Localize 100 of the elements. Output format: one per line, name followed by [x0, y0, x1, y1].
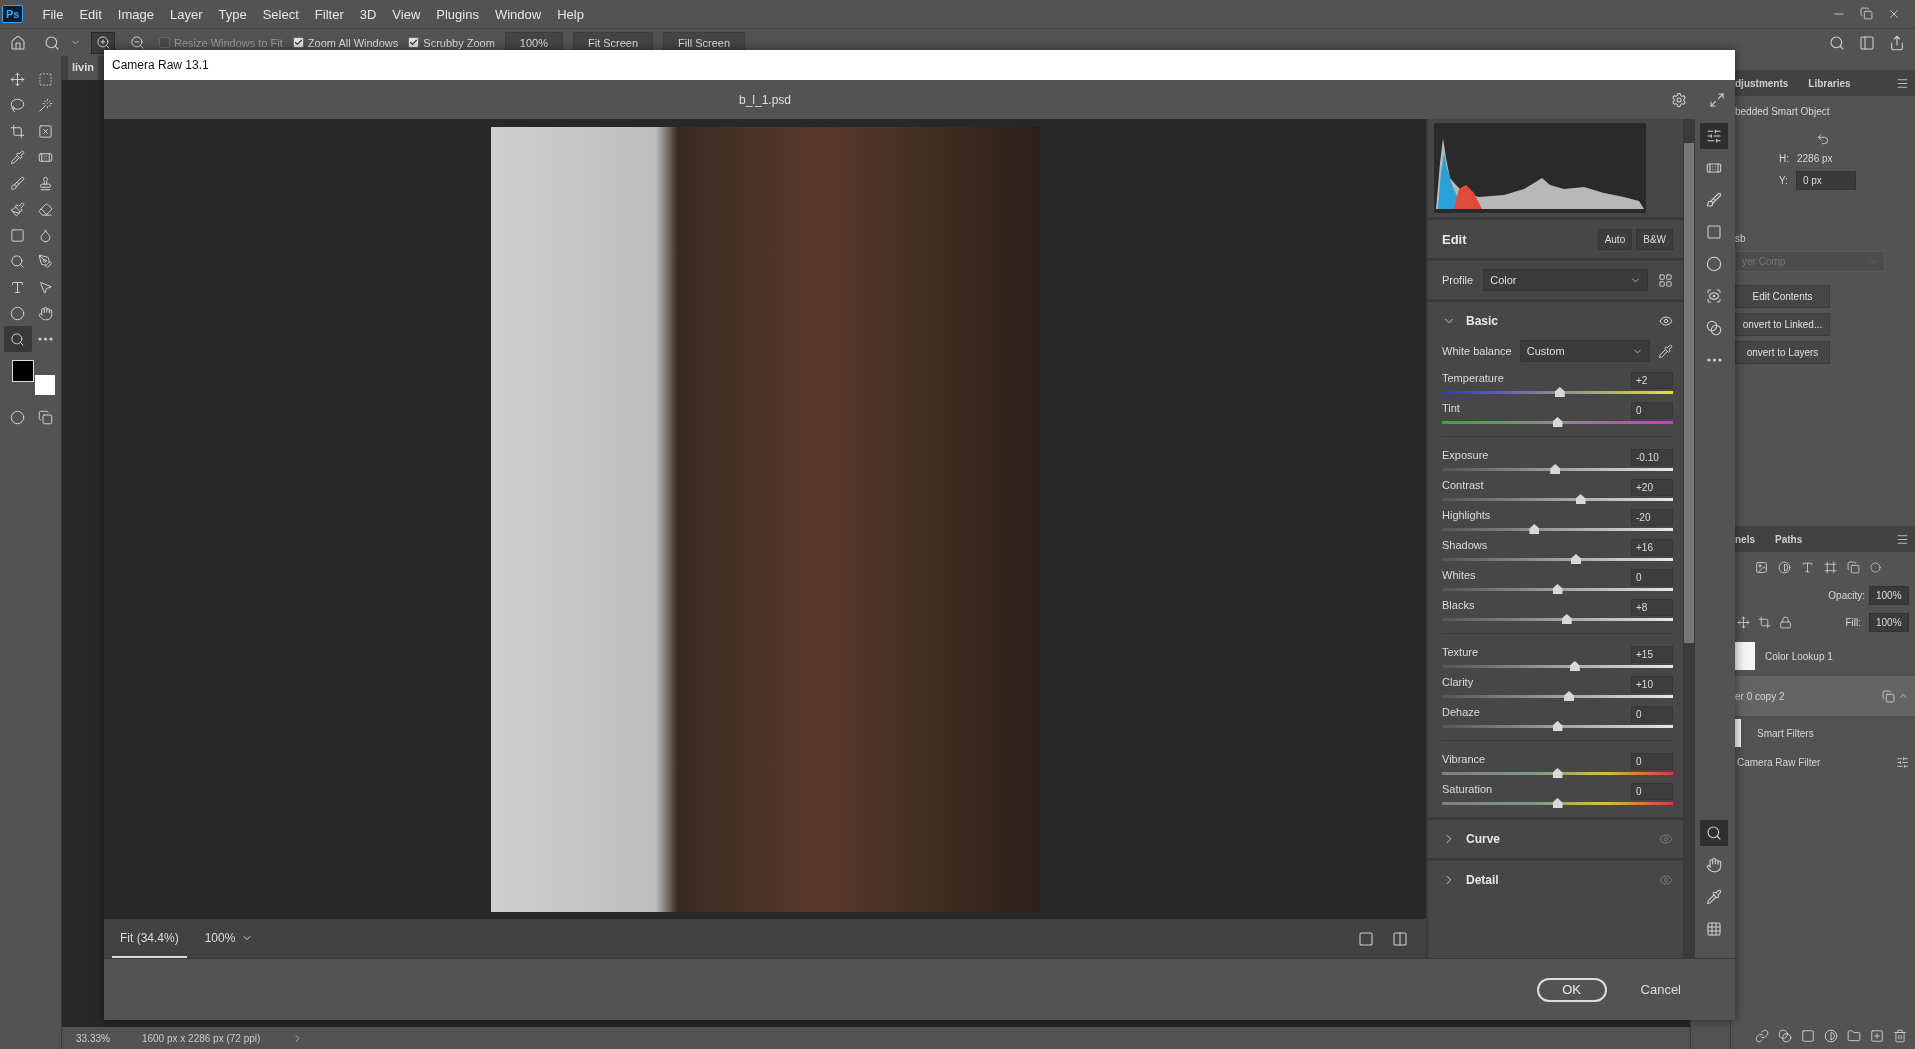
value-field[interactable]: +2 — [1631, 372, 1673, 389]
sliders-tool-button[interactable] — [1700, 123, 1728, 149]
checkbox[interactable] — [292, 37, 304, 48]
zoom-option[interactable]: 100% — [196, 919, 262, 958]
close-icon[interactable] — [1887, 7, 1901, 21]
restore-icon[interactable] — [1860, 7, 1873, 20]
menu-item[interactable]: Layer — [162, 2, 210, 26]
home-icon[interactable] — [10, 34, 26, 51]
section-header[interactable]: Detail — [1442, 861, 1673, 899]
value-field[interactable]: +20 — [1631, 479, 1673, 496]
menu-item[interactable]: Edit — [72, 2, 109, 26]
value-field[interactable]: 0 — [1631, 569, 1673, 586]
menu-item[interactable]: Window — [487, 2, 549, 26]
slider-thumb[interactable] — [1552, 768, 1563, 778]
smart-object-button[interactable]: onvert to Linked... — [1735, 313, 1830, 336]
slider-thumb[interactable] — [1552, 417, 1563, 427]
eyedropper-icon[interactable] — [1658, 343, 1673, 359]
layer-row[interactable]: Color Lookup 1 — [1731, 636, 1915, 676]
auto-adjust-button[interactable]: Auto — [1597, 228, 1633, 250]
value-field[interactable]: +16 — [1631, 539, 1673, 556]
slider-thumb[interactable] — [1550, 464, 1561, 474]
panel-tab[interactable]: Paths — [1775, 533, 1803, 545]
menu-item[interactable]: Select — [255, 2, 306, 26]
profile-browser-icon[interactable] — [1658, 272, 1673, 288]
slider-thumb[interactable] — [1554, 387, 1565, 397]
trash-icon[interactable] — [1893, 1029, 1907, 1043]
value-field[interactable]: 0 — [1631, 402, 1673, 419]
panel-tab[interactable]: Libraries — [1808, 77, 1851, 89]
menu-item[interactable]: Filter — [307, 2, 351, 26]
reset-icon[interactable] — [1816, 132, 1830, 146]
fill-field[interactable]: 100% — [1869, 612, 1909, 632]
slider-thumb[interactable] — [1552, 721, 1563, 731]
menu-item[interactable]: Type — [211, 2, 254, 26]
section-header[interactable]: Curve — [1442, 820, 1673, 858]
image-filter-icon[interactable] — [1755, 560, 1768, 574]
cancel-button[interactable]: Cancel — [1634, 981, 1687, 998]
settings-icon[interactable] — [1671, 91, 1687, 108]
type-filter-icon[interactable] — [1801, 560, 1814, 574]
single-view-icon[interactable] — [1358, 930, 1374, 947]
menu-item[interactable]: File — [35, 2, 71, 26]
fullscreen-icon[interactable] — [1709, 91, 1725, 108]
link-icon[interactable] — [1755, 1029, 1769, 1043]
zoom-icon[interactable] — [44, 34, 60, 51]
checkbox-option[interactable]: Scrubby Zoom — [408, 36, 495, 49]
checkbox[interactable] — [408, 37, 420, 48]
adjustment-icon[interactable] — [1824, 1029, 1838, 1043]
slider-thumb[interactable] — [1569, 661, 1580, 671]
menu-icon[interactable] — [1896, 76, 1909, 90]
shape-filter-icon[interactable] — [1824, 560, 1837, 574]
zoom-tool-button[interactable] — [4, 326, 32, 352]
menu-item[interactable]: Help — [550, 2, 591, 26]
slider-thumb[interactable] — [1564, 691, 1575, 701]
lock-icon[interactable] — [1779, 615, 1792, 629]
foreground-color-swatch[interactable] — [12, 360, 34, 382]
ok-button[interactable]: OK — [1536, 977, 1607, 1002]
document-tab[interactable]: livin — [68, 56, 98, 80]
zoom-tool-button[interactable] — [1700, 820, 1728, 846]
value-field[interactable]: -0.10 — [1631, 449, 1673, 466]
smart-object-button[interactable]: Edit Contents — [1735, 285, 1830, 308]
menu-item[interactable]: Plugins — [429, 2, 486, 26]
layer-row[interactable]: Smart Filters — [1731, 716, 1915, 750]
y-input-field[interactable]: 0 px — [1795, 171, 1856, 190]
profile-dropdown[interactable]: Color — [1483, 269, 1648, 291]
folder-icon[interactable] — [1847, 1029, 1861, 1043]
wb-preset-dropdown[interactable]: Custom — [1519, 340, 1650, 362]
workspace-icon[interactable] — [1859, 34, 1875, 51]
zoom-option[interactable]: Fit (34.4%) — [112, 919, 187, 958]
share-icon[interactable] — [1889, 34, 1905, 51]
before-after-icon[interactable] — [1392, 930, 1408, 947]
menu-item[interactable]: Image — [110, 2, 161, 26]
search-icon[interactable] — [1829, 34, 1845, 51]
value-field[interactable]: +15 — [1631, 646, 1673, 663]
value-field[interactable]: -20 — [1631, 509, 1673, 526]
slider-thumb[interactable] — [1561, 614, 1572, 624]
opacity-field[interactable]: 100% — [1869, 585, 1909, 605]
panel-tab[interactable]: nels — [1735, 533, 1755, 545]
adjustment-filter-icon[interactable] — [1778, 560, 1791, 574]
slider-thumb[interactable] — [1529, 524, 1540, 534]
slider-thumb[interactable] — [1552, 584, 1563, 594]
lock-position-icon[interactable] — [1737, 615, 1750, 629]
value-field[interactable]: 0 — [1631, 706, 1673, 723]
value-field[interactable]: +8 — [1631, 599, 1673, 616]
value-field[interactable]: 0 — [1631, 753, 1673, 770]
slider-thumb[interactable] — [1575, 494, 1586, 504]
scrollbar-thumb[interactable] — [1684, 143, 1694, 643]
background-color-swatch[interactable] — [35, 375, 55, 395]
smart-object-button[interactable]: onvert to Layers — [1735, 341, 1830, 364]
menu-item[interactable]: 3D — [352, 2, 384, 26]
layer-row[interactable]: Camera Raw Filter — [1731, 750, 1915, 774]
value-field[interactable]: +10 — [1631, 676, 1673, 693]
value-field[interactable]: 0 — [1631, 783, 1673, 800]
visibility-icon[interactable] — [1659, 314, 1673, 328]
slider-thumb[interactable] — [1570, 554, 1581, 564]
new-layer-icon[interactable] — [1870, 1029, 1884, 1043]
zoom-in-button[interactable] — [91, 31, 115, 54]
auto-adjust-button[interactable]: B&W — [1636, 228, 1673, 250]
menu-icon[interactable] — [1896, 532, 1909, 546]
section-header[interactable]: Basic — [1442, 302, 1673, 340]
panel-tab[interactable]: djustments — [1735, 77, 1789, 89]
slider-thumb[interactable] — [1552, 798, 1563, 808]
